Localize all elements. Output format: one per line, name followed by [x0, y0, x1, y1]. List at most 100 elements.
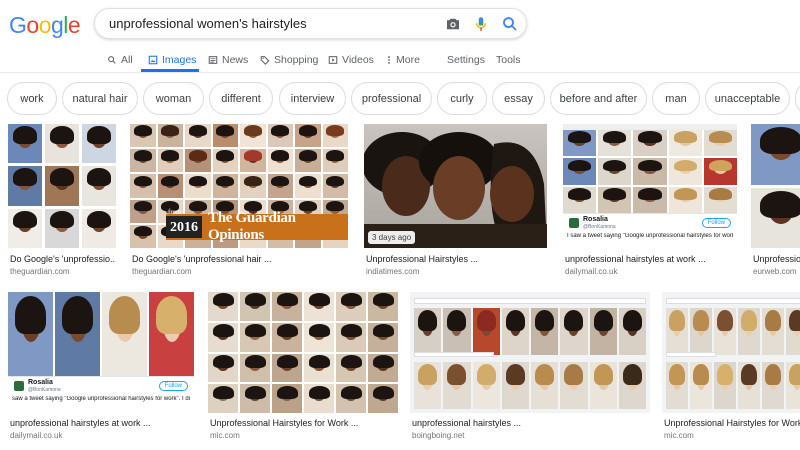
- avatar: [14, 381, 24, 391]
- age-badge: 3 days ago: [368, 231, 416, 244]
- result-thumbnail[interactable]: [410, 292, 650, 413]
- related-search-chips: work natural hair woman different interv…: [0, 82, 800, 115]
- logo-letter: G: [9, 12, 27, 38]
- result-caption[interactable]: Unprofessional Hairstyles for Work ...: [664, 418, 800, 428]
- chip[interactable]: curly: [437, 82, 487, 115]
- result-source: mic.com: [664, 431, 694, 440]
- image-result[interactable]: unprofessional hairstyles ... boingboing…: [410, 292, 650, 442]
- tab-label: All: [121, 53, 133, 66]
- result-caption[interactable]: Do Google's 'unprofessional hair ...: [132, 254, 348, 264]
- image-result[interactable]: Rosalia @BonKamona Follow I saw a tweet …: [563, 124, 737, 276]
- guardian-opinions-banner: from 2016 The Guardian Opinions: [166, 208, 348, 243]
- image-result[interactable]: Do Google's 'unprofessio... theguardian.…: [8, 124, 116, 276]
- result-caption[interactable]: Unprofession...: [753, 254, 800, 264]
- google-logo[interactable]: Google: [9, 12, 81, 39]
- search-input[interactable]: unprofessional women's hairstyles: [109, 16, 307, 31]
- banner-year: 2016: [170, 220, 198, 235]
- chip[interactable]: interview: [279, 82, 346, 115]
- result-thumbnail[interactable]: Rosalia @BonKamona Follow saw a tweet sa…: [8, 292, 194, 413]
- follow-button: Follow: [158, 381, 188, 391]
- chip[interactable]: unacceptable: [705, 82, 790, 115]
- result-thumbnail[interactable]: 3 days ago: [364, 124, 547, 248]
- search-tabs: All Images News Shopping Videos More Set…: [0, 46, 800, 72]
- tweet-author: Rosalia: [28, 379, 53, 386]
- logo-letter: o: [26, 12, 39, 38]
- chip[interactable]: man: [652, 82, 700, 115]
- result-thumbnail[interactable]: [751, 124, 800, 248]
- tab-news[interactable]: News: [208, 49, 248, 70]
- tab-label: Images: [162, 53, 197, 66]
- tweet-handle: @BonKamona: [583, 224, 616, 230]
- logo-letter: e: [67, 12, 81, 38]
- camera-icon[interactable]: [444, 15, 462, 33]
- chip[interactable]: natural hair: [62, 82, 138, 115]
- embedded-tweet: Rosalia @BonKamona Follow saw a tweet sa…: [8, 376, 194, 413]
- chip[interactable]: professional: [351, 82, 432, 115]
- divider: [0, 72, 800, 73]
- logo-letter: o: [38, 12, 52, 38]
- image-result[interactable]: Unprofessional Hairstyles for Work ... m…: [208, 292, 398, 442]
- tweet-text: I saw a tweet saying "Google unprofessio…: [567, 233, 733, 239]
- search-box[interactable]: unprofessional women's hairstyles: [94, 8, 527, 39]
- result-thumbnail[interactable]: [8, 124, 116, 248]
- result-caption[interactable]: Unprofessional Hairstyles ...: [366, 254, 547, 264]
- result-source: indiatimes.com: [366, 267, 420, 276]
- logo-letter: g: [50, 12, 64, 38]
- image-result[interactable]: Unprofessional Hairstyles for Work ... m…: [662, 292, 800, 442]
- tab-tools[interactable]: Tools: [496, 49, 521, 70]
- embedded-tweet: Rosalia @BonKamona Follow I saw a tweet …: [563, 213, 737, 248]
- result-caption[interactable]: unprofessional hairstyles at work ...: [10, 418, 194, 428]
- tweet-text: saw a tweet saying "Google unprofessiona…: [12, 396, 190, 402]
- chip[interactable]: different: [209, 82, 273, 115]
- search-icon[interactable]: [501, 15, 519, 33]
- avatar: [569, 218, 579, 228]
- result-source: mic.com: [210, 431, 240, 440]
- chip-overflow[interactable]: [795, 82, 800, 115]
- play-icon: [328, 55, 338, 64]
- result-source: dailymail.co.uk: [565, 267, 618, 276]
- portrait-photo: [364, 132, 547, 248]
- result-source: boingboing.net: [412, 431, 465, 440]
- image-result[interactable]: Unprofession... eurweb.com: [751, 124, 800, 276]
- tab-label: Shopping: [274, 53, 319, 66]
- tag-icon: [260, 55, 270, 65]
- microphone-icon[interactable]: [472, 15, 490, 33]
- result-source: dailymail.co.uk: [10, 431, 63, 440]
- image-icon: [148, 55, 158, 64]
- tab-images[interactable]: Images: [148, 49, 196, 70]
- result-source: eurweb.com: [753, 267, 797, 276]
- news-icon: [208, 55, 218, 64]
- result-thumbnail[interactable]: [662, 292, 800, 413]
- result-caption[interactable]: unprofessional hairstyles ...: [412, 418, 650, 428]
- chip[interactable]: essay: [492, 82, 545, 115]
- chip[interactable]: woman: [143, 82, 204, 115]
- chip[interactable]: before and after: [550, 82, 647, 115]
- tab-label: News: [222, 53, 249, 66]
- result-caption[interactable]: unprofessional hairstyles at work ...: [565, 254, 737, 264]
- tab-all[interactable]: All: [107, 49, 133, 70]
- follow-button: Follow: [701, 218, 731, 228]
- more-vert-icon: [388, 55, 390, 64]
- result-thumbnail[interactable]: [208, 292, 398, 413]
- tab-label: Tools: [496, 53, 521, 66]
- tab-label: Settings: [447, 53, 485, 66]
- search-icon: [108, 55, 116, 64]
- tweet-handle: @BonKamona: [28, 387, 61, 393]
- result-source: theguardian.com: [10, 267, 70, 276]
- banner-from-label: from: [168, 208, 182, 216]
- result-thumbnail[interactable]: Rosalia @BonKamona Follow I saw a tweet …: [563, 124, 737, 248]
- tab-more[interactable]: More: [386, 49, 420, 70]
- tab-shopping[interactable]: Shopping: [260, 49, 318, 70]
- tab-settings[interactable]: Settings: [447, 49, 485, 70]
- result-caption[interactable]: Do Google's 'unprofessio...: [10, 254, 116, 264]
- result-source: theguardian.com: [132, 267, 192, 276]
- result-caption[interactable]: Unprofessional Hairstyles for Work ...: [210, 418, 398, 428]
- chip[interactable]: work: [7, 82, 57, 115]
- tab-videos[interactable]: Videos: [328, 49, 374, 70]
- image-result[interactable]: from 2016 The Guardian Opinions Do Google…: [130, 124, 348, 276]
- tab-label: More: [396, 53, 420, 66]
- banner-title: The Guardian Opinions: [208, 210, 296, 243]
- result-thumbnail[interactable]: from 2016 The Guardian Opinions: [130, 124, 348, 248]
- image-result[interactable]: 3 days ago Unprofessional Hairstyles ...…: [364, 124, 547, 276]
- image-result[interactable]: Rosalia @BonKamona Follow saw a tweet sa…: [8, 292, 194, 442]
